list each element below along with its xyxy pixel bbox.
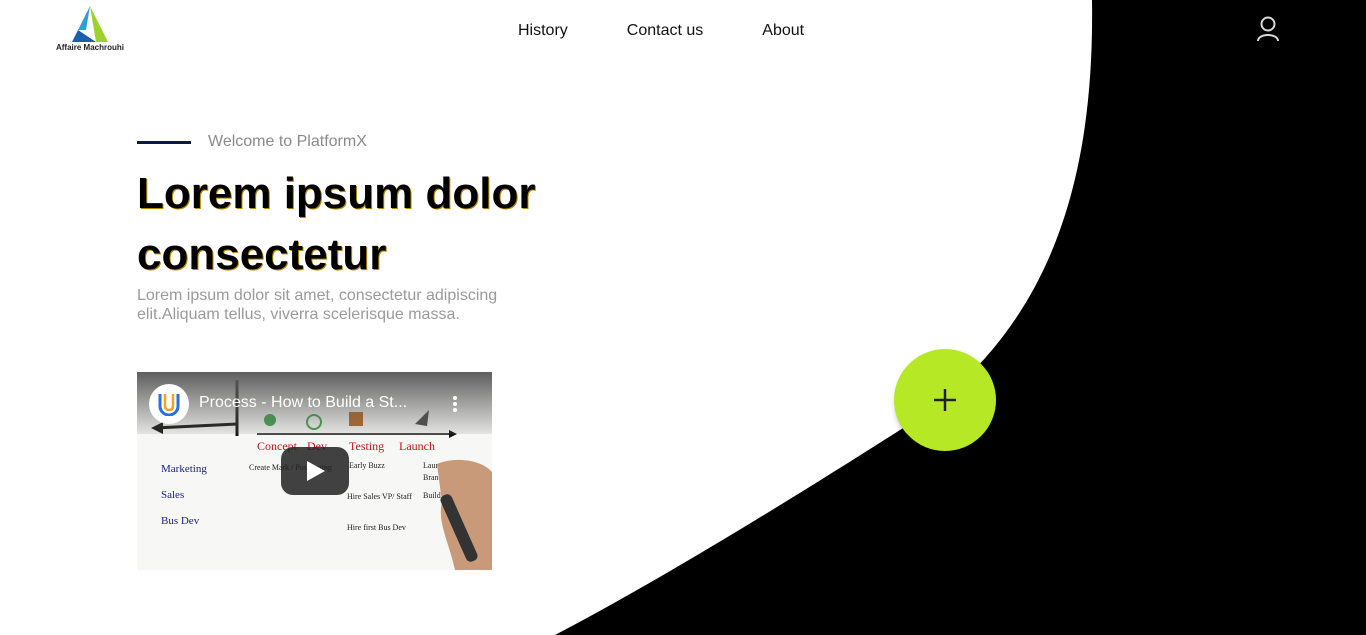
sketch-row-bus-dev: Bus Dev [161, 515, 200, 527]
sketch-stage-launch: Launch [399, 439, 435, 453]
sketch-note-4: Hire first Bus Dev [347, 523, 406, 532]
user-icon[interactable] [1256, 16, 1280, 42]
channel-avatar[interactable] [149, 384, 189, 424]
hero-title: Lorem ipsum dolor consectetur [137, 169, 536, 279]
video-embed[interactable]: Concept Dev Testing Launch Marketing Sal… [137, 372, 492, 570]
brand-logo[interactable]: Affaire Machrouhi [50, 6, 130, 56]
sketch-row-sales: Sales [161, 489, 184, 501]
nav-about[interactable]: About [762, 22, 804, 40]
plus-icon [934, 389, 956, 411]
nav-contact-us[interactable]: Contact us [627, 22, 703, 40]
sketch-note-3: Hire Sales VP/ Staff [347, 492, 412, 501]
sketch-row-marketing: Marketing [161, 463, 207, 475]
video-title[interactable]: Process - How to Build a St... [199, 394, 429, 412]
hero-description: Lorem ipsum dolor sit amet, consectetur … [137, 287, 498, 323]
brand-name: Affaire Machrouhi [55, 43, 124, 52]
play-button[interactable] [281, 447, 349, 495]
sketch-stage-testing: Testing [349, 439, 384, 453]
nav-history[interactable]: History [518, 22, 568, 40]
main-nav: History Contact us About [518, 22, 804, 40]
udacity-logo-icon [158, 394, 180, 416]
add-button[interactable] [894, 349, 996, 451]
more-vert-icon[interactable] [451, 396, 459, 414]
welcome-text: Welcome to PlatformX [208, 133, 367, 150]
welcome-divider [137, 141, 191, 144]
sketch-note-2: Early Buzz [349, 461, 385, 470]
logo-mark-icon [72, 6, 108, 42]
play-icon [307, 461, 325, 481]
